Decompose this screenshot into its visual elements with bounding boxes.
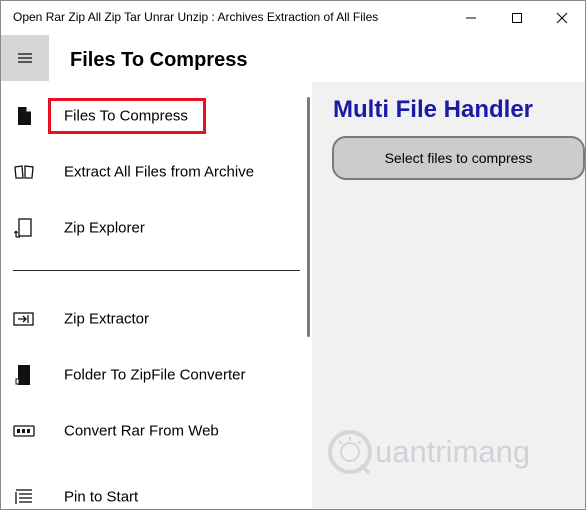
nav-item-pin-to-start[interactable]: Pin to Start	[1, 474, 301, 509]
nav-item-convert-rar-web[interactable]: Convert Rar From Web	[1, 408, 301, 454]
content-title: Multi File Handler	[333, 96, 534, 123]
watermark-logo-icon	[328, 430, 372, 475]
page-title: Files To Compress	[70, 49, 248, 71]
watermark: uantrimang	[321, 421, 571, 481]
hamburger-icon	[18, 53, 32, 63]
title-bar: Open Rar Zip All Zip Tar Unrar Unzip : A…	[1, 1, 585, 34]
nav-item-label: Zip Explorer	[64, 219, 145, 237]
open-book-icon	[13, 161, 35, 183]
close-icon	[556, 12, 568, 23]
minimize-icon	[466, 17, 476, 18]
file-icon	[13, 105, 35, 127]
select-files-button[interactable]: Select files to compress	[332, 136, 585, 180]
extract-icon	[13, 308, 35, 330]
nav-item-label: Extract All Files from Archive	[64, 163, 255, 181]
web-convert-icon	[13, 420, 35, 442]
zip-explorer-icon	[13, 217, 35, 239]
window-title: Open Rar Zip All Zip Tar Unrar Unzip : A…	[13, 10, 379, 24]
nav-item-label: Zip Extractor	[64, 310, 150, 328]
nav-scrollbar[interactable]	[307, 97, 310, 337]
nav-item-zip-explorer[interactable]: Zip Explorer	[1, 205, 301, 251]
app-window: Open Rar Zip All Zip Tar Unrar Unzip : A…	[0, 0, 586, 510]
pin-list-icon	[13, 486, 35, 508]
nav-item-label: Folder To ZipFile Converter	[64, 366, 246, 384]
folder-file-icon	[13, 364, 35, 386]
minimize-button[interactable]	[448, 1, 494, 34]
selected-item-outline	[48, 98, 206, 134]
nav-divider	[13, 270, 300, 271]
close-button[interactable]	[539, 1, 585, 34]
nav-item-label: Convert Rar From Web	[64, 422, 219, 440]
nav-item-extract-all-files[interactable]: Extract All Files from Archive	[1, 149, 301, 195]
nav-item-folder-to-zipfile[interactable]: Folder To ZipFile Converter	[1, 352, 301, 398]
nav-item-zip-extractor[interactable]: Zip Extractor	[1, 296, 301, 342]
maximize-button[interactable]	[494, 1, 540, 34]
watermark-text: uantrimang	[375, 434, 531, 469]
nav-item-label: Pin to Start	[64, 488, 139, 506]
maximize-icon	[512, 12, 522, 23]
hamburger-menu-button[interactable]	[1, 35, 49, 81]
